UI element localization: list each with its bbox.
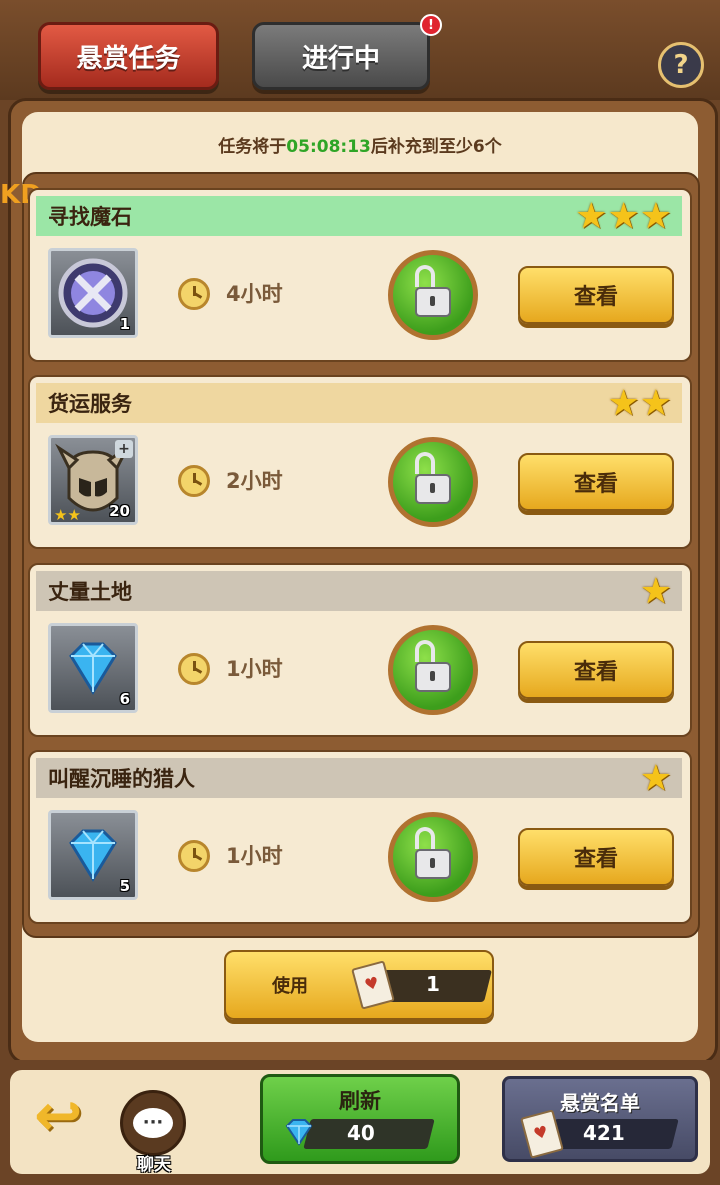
task-card: 寻找魔石 ★ ★ ★ 1 4小时 查看 <box>28 188 692 362</box>
notice-prefix: 任务将于 <box>218 137 287 157</box>
diamond-icon <box>285 1119 313 1146</box>
use-label: 使用 <box>272 976 308 997</box>
task-title-bar: 货运服务 ★ ★ <box>36 383 682 423</box>
refresh-cost: 40 <box>347 1121 375 1145</box>
refill-notice: 任务将于05:08:13后补充到至少6个 <box>0 132 720 157</box>
task-stars: ★ ★ <box>607 386 672 422</box>
clock-icon <box>178 653 210 685</box>
unlock-button[interactable] <box>388 812 478 902</box>
reward-item[interactable]: 6 <box>48 623 138 713</box>
task-title: 货运服务 <box>48 392 132 416</box>
unlock-icon <box>415 452 451 504</box>
star-icon: ★ <box>639 383 672 424</box>
clock-icon <box>178 840 210 872</box>
task-duration: 4小时 <box>226 282 283 306</box>
view-button[interactable]: 查看 <box>518 641 674 699</box>
task-card: 丈量土地 ★ 6 1小时 查看 <box>28 563 692 737</box>
use-count: 1 <box>426 972 440 996</box>
unlock-button[interactable] <box>388 437 478 527</box>
notice-suffix: 后补充到至少6个 <box>370 137 502 157</box>
bounty-card-icon <box>520 1109 564 1159</box>
unlock-icon <box>415 265 451 317</box>
back-button[interactable]: ↩ <box>34 1086 100 1144</box>
item-stars: ★★ <box>54 506 81 524</box>
task-title-bar: 丈量土地 ★ <box>36 571 682 611</box>
task-card: 货运服务 ★ ★ + ★★ 20 2小时 查看 <box>28 375 692 549</box>
bounty-list-count: 421 <box>583 1121 625 1145</box>
tab-bounty-tasks[interactable]: 悬赏任务 <box>38 22 219 90</box>
unlock-button[interactable] <box>388 250 478 340</box>
star-icon: ★ <box>575 196 608 237</box>
upgrade-icon: + <box>115 440 133 458</box>
chat-icon: ··· <box>133 1108 173 1138</box>
task-title: 丈量土地 <box>48 580 132 604</box>
view-button[interactable]: 查看 <box>518 453 674 511</box>
view-button[interactable]: 查看 <box>518 828 674 886</box>
use-card-button[interactable]: 使用 1 <box>224 950 494 1020</box>
task-title: 叫醒沉睡的猎人 <box>48 767 195 791</box>
tab-in-progress[interactable]: 进行中 <box>252 22 430 90</box>
task-title-bar: 叫醒沉睡的猎人 ★ <box>36 758 682 798</box>
task-stars: ★ ★ ★ <box>575 199 672 235</box>
bounty-list-label: 悬赏名单 <box>560 1091 640 1115</box>
unlock-icon <box>415 827 451 879</box>
task-duration: 1小时 <box>226 844 283 868</box>
unlock-icon <box>415 640 451 692</box>
task-duration: 2小时 <box>226 469 283 493</box>
star-icon: ★ <box>639 758 672 799</box>
item-count: 1 <box>119 315 130 333</box>
task-title: 寻找魔石 <box>48 205 132 229</box>
item-count: 6 <box>119 690 130 708</box>
star-icon: ★ <box>607 196 640 237</box>
task-stars: ★ <box>640 574 672 610</box>
clock-icon <box>178 465 210 497</box>
view-button[interactable]: 查看 <box>518 266 674 324</box>
notification-badge: ! <box>420 14 442 36</box>
task-duration: 1小时 <box>226 657 283 681</box>
chat-button[interactable]: ··· <box>120 1090 186 1156</box>
unlock-button[interactable] <box>388 625 478 715</box>
reward-item[interactable]: 5 <box>48 810 138 900</box>
reward-item[interactable]: 1 <box>48 248 138 338</box>
task-stars: ★ <box>640 761 672 797</box>
task-card: 叫醒沉睡的猎人 ★ 5 1小时 查看 <box>28 750 692 924</box>
refresh-label: 刷新 <box>339 1089 381 1113</box>
star-icon: ★ <box>639 196 672 237</box>
item-count: 5 <box>119 877 130 895</box>
refresh-button[interactable]: 刷新 40 <box>260 1074 460 1164</box>
bounty-list-button[interactable]: 悬赏名单 421 <box>502 1076 698 1162</box>
refill-timer: 05:08:13 <box>286 137 371 157</box>
clock-icon <box>178 278 210 310</box>
star-icon: ★ <box>607 383 640 424</box>
chat-label: 聊天 <box>137 1155 171 1175</box>
task-title-bar: 寻找魔石 ★ ★ ★ <box>36 196 682 236</box>
reward-item[interactable]: + ★★ 20 <box>48 435 138 525</box>
help-button[interactable]: ? <box>658 42 704 88</box>
star-icon: ★ <box>639 571 672 612</box>
item-count: 20 <box>109 502 130 520</box>
bounty-card-icon <box>351 960 395 1010</box>
